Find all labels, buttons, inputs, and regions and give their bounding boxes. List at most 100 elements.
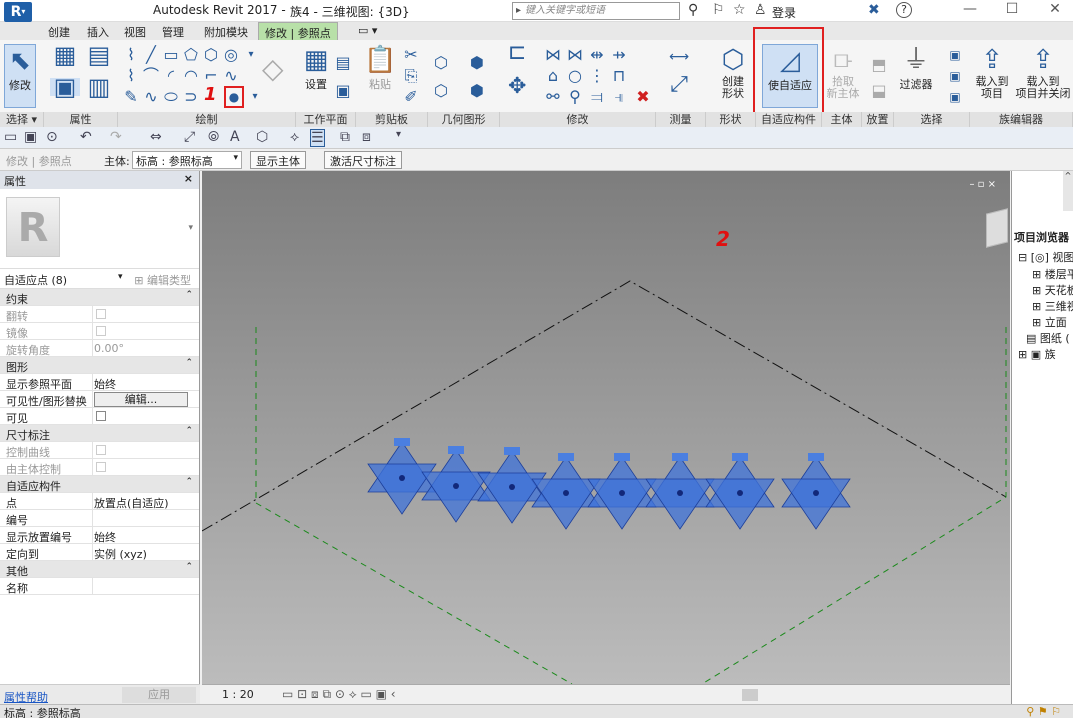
load-and-close-button[interactable]: ⇪ 载入到 项目并关闭: [1014, 44, 1072, 100]
user-icon[interactable]: ♙: [754, 2, 767, 18]
edit-type-button[interactable]: ⊞ 编辑类型: [134, 272, 191, 288]
cut-geometry-icon[interactable]: ⬢: [468, 54, 486, 72]
collapse-icon[interactable]: ⌃: [185, 290, 193, 300]
tab-insert[interactable]: 插入: [87, 24, 109, 40]
property-checkbox[interactable]: [96, 411, 106, 421]
tag-qat-icon[interactable]: ⦾: [208, 129, 219, 145]
collapse-icon[interactable]: ⌃: [185, 477, 193, 487]
circle-icon[interactable]: ◎: [222, 46, 240, 64]
select-icon-a[interactable]: ▣: [946, 46, 964, 64]
type-properties-icon[interactable]: ▤: [84, 43, 114, 67]
split-element-icon[interactable]: ⫣: [610, 88, 628, 106]
tab-addins[interactable]: 附加模块: [204, 24, 248, 40]
property-cell[interactable]: [92, 510, 190, 527]
partial-ellipse-icon[interactable]: ⊃: [182, 88, 200, 106]
workplane-viewer-icon[interactable]: ▣: [334, 82, 352, 100]
property-cell[interactable]: [92, 408, 190, 425]
dimension-icon[interactable]: ⤢: [662, 74, 696, 96]
place-icon[interactable]: ⬒: [870, 56, 888, 74]
view-scale[interactable]: 1 : 20: [222, 688, 254, 701]
split-face-icon[interactable]: ⬢: [468, 82, 486, 100]
tab-manage[interactable]: 管理: [162, 24, 184, 40]
family-category-icon[interactable]: ▥: [84, 75, 114, 99]
draw-line-icon[interactable]: ╱: [142, 46, 160, 64]
activate-dimensions-button[interactable]: 激活尺寸标注: [324, 151, 402, 169]
modify-button[interactable]: ⬉ 修改: [4, 44, 36, 108]
measure-icon[interactable]: ⟷: [662, 48, 696, 66]
trim2-icon[interactable]: ⫤: [588, 88, 606, 106]
polygon-icon[interactable]: ⬠: [182, 46, 200, 64]
collapse-icon[interactable]: ⌃: [185, 358, 193, 368]
rotate-icon[interactable]: ○: [566, 67, 584, 85]
adaptive-point[interactable]: [531, 453, 601, 530]
switch-windows-icon[interactable]: ⧈: [362, 129, 371, 145]
subscription-icon[interactable]: ⚐: [712, 2, 725, 18]
pencil-icon[interactable]: ✎: [122, 88, 140, 106]
select-icon-b[interactable]: ▣: [946, 67, 964, 85]
tab-dropdown-icon[interactable]: ▭ ▾: [358, 24, 377, 37]
join-icon[interactable]: ⬡: [432, 54, 450, 72]
vertical-scrollbar[interactable]: ^: [1063, 171, 1073, 211]
mirror2-icon[interactable]: ⋈: [566, 46, 584, 64]
cut-icon[interactable]: ✂: [402, 46, 420, 64]
place2-icon[interactable]: ⬓: [870, 82, 888, 100]
property-group[interactable]: 自适应构件 ⌃: [0, 476, 199, 493]
close-button[interactable]: ✕: [1040, 1, 1070, 17]
array-icon[interactable]: ⋮: [588, 67, 606, 85]
trim-icon[interactable]: ⊓: [610, 67, 628, 85]
chevron-down-icon[interactable]: ▾: [118, 272, 123, 282]
delete-icon[interactable]: ✖: [634, 88, 652, 106]
adaptive-point[interactable]: [705, 453, 775, 530]
mirror-icon[interactable]: ⋈: [544, 46, 562, 64]
pin-icon[interactable]: ⚲: [566, 88, 584, 106]
host-select[interactable]: 标高 : 参照标高 ▾: [132, 151, 242, 169]
spline2-icon[interactable]: ∿: [142, 88, 160, 106]
adaptive-point[interactable]: [587, 453, 657, 530]
show-host-button[interactable]: 显示主体: [250, 151, 306, 169]
browser-sheets[interactable]: ▤ 图纸 (: [1026, 330, 1070, 346]
property-group[interactable]: 尺寸标注 ⌃: [0, 425, 199, 442]
tab-create[interactable]: 创建: [48, 24, 70, 40]
redo-icon[interactable]: ↷: [110, 129, 122, 145]
property-cell[interactable]: [92, 578, 190, 595]
view-controls-icons[interactable]: ▭ ⊡ ⧈ ⧉ ⊙ ⟡ ▭ ▣ ‹: [282, 687, 396, 702]
pick-lines-icon[interactable]: ⌇: [122, 67, 140, 85]
collapse-icon[interactable]: ⌃: [185, 562, 193, 572]
tab-modify-reference-point[interactable]: 修改 | 参照点: [258, 22, 338, 40]
text-qat-icon[interactable]: A: [230, 129, 240, 145]
spline-icon[interactable]: ∿: [222, 67, 240, 85]
save-icon[interactable]: ▣: [24, 129, 37, 145]
3d-view-canvas[interactable]: 2 – ▫ ×: [202, 171, 1010, 684]
type-thumbnail[interactable]: R ▾: [0, 189, 199, 269]
create-form-button[interactable]: ⬡ 创建 形状: [716, 44, 750, 100]
window-controls[interactable]: – ▫ ×: [969, 179, 996, 190]
measure-qat-icon[interactable]: ⇔: [150, 129, 162, 145]
filter-button[interactable]: ⏚ 过滤器: [896, 44, 936, 92]
align-icon[interactable]: ⊏: [508, 42, 526, 64]
customize-qat-icon[interactable]: ▾: [396, 129, 401, 140]
property-group[interactable]: 约束 ⌃: [0, 289, 199, 306]
search-input[interactable]: 键入关键字或短语: [512, 2, 680, 20]
help-icon[interactable]: ?: [896, 2, 912, 18]
edit-visibility-button[interactable]: 编辑...: [94, 392, 188, 407]
minimize-button[interactable]: —: [955, 1, 985, 17]
set-workplane-button[interactable]: ▦ 设置: [300, 44, 332, 92]
show-workplane-icon[interactable]: ▤: [334, 54, 352, 72]
properties-icon[interactable]: ▣: [50, 75, 80, 99]
close-hidden-icon[interactable]: ⧉: [340, 129, 350, 145]
copy-icon[interactable]: ⎘: [402, 67, 420, 85]
3d-view-icon[interactable]: ⬡: [256, 129, 268, 145]
adaptive-point[interactable]: [781, 453, 851, 530]
split-icon[interactable]: ⇸: [610, 46, 628, 64]
load-into-project-button[interactable]: ⇪ 载入到 项目: [972, 44, 1012, 100]
line-icon[interactable]: ⌇: [122, 46, 140, 64]
sync-icon[interactable]: ⊙: [46, 129, 58, 145]
fillet-icon[interactable]: ⌐: [202, 67, 220, 85]
adaptive-point[interactable]: [645, 453, 715, 530]
tab-view[interactable]: 视图: [124, 24, 146, 40]
browser-3d-views[interactable]: ⊞ 三维视: [1032, 298, 1073, 314]
open-icon[interactable]: ▭: [4, 129, 17, 145]
select-icon-c[interactable]: ▣: [946, 88, 964, 106]
property-group[interactable]: 图形 ⌃: [0, 357, 199, 374]
panel-select[interactable]: 选择 ▾: [0, 112, 44, 127]
